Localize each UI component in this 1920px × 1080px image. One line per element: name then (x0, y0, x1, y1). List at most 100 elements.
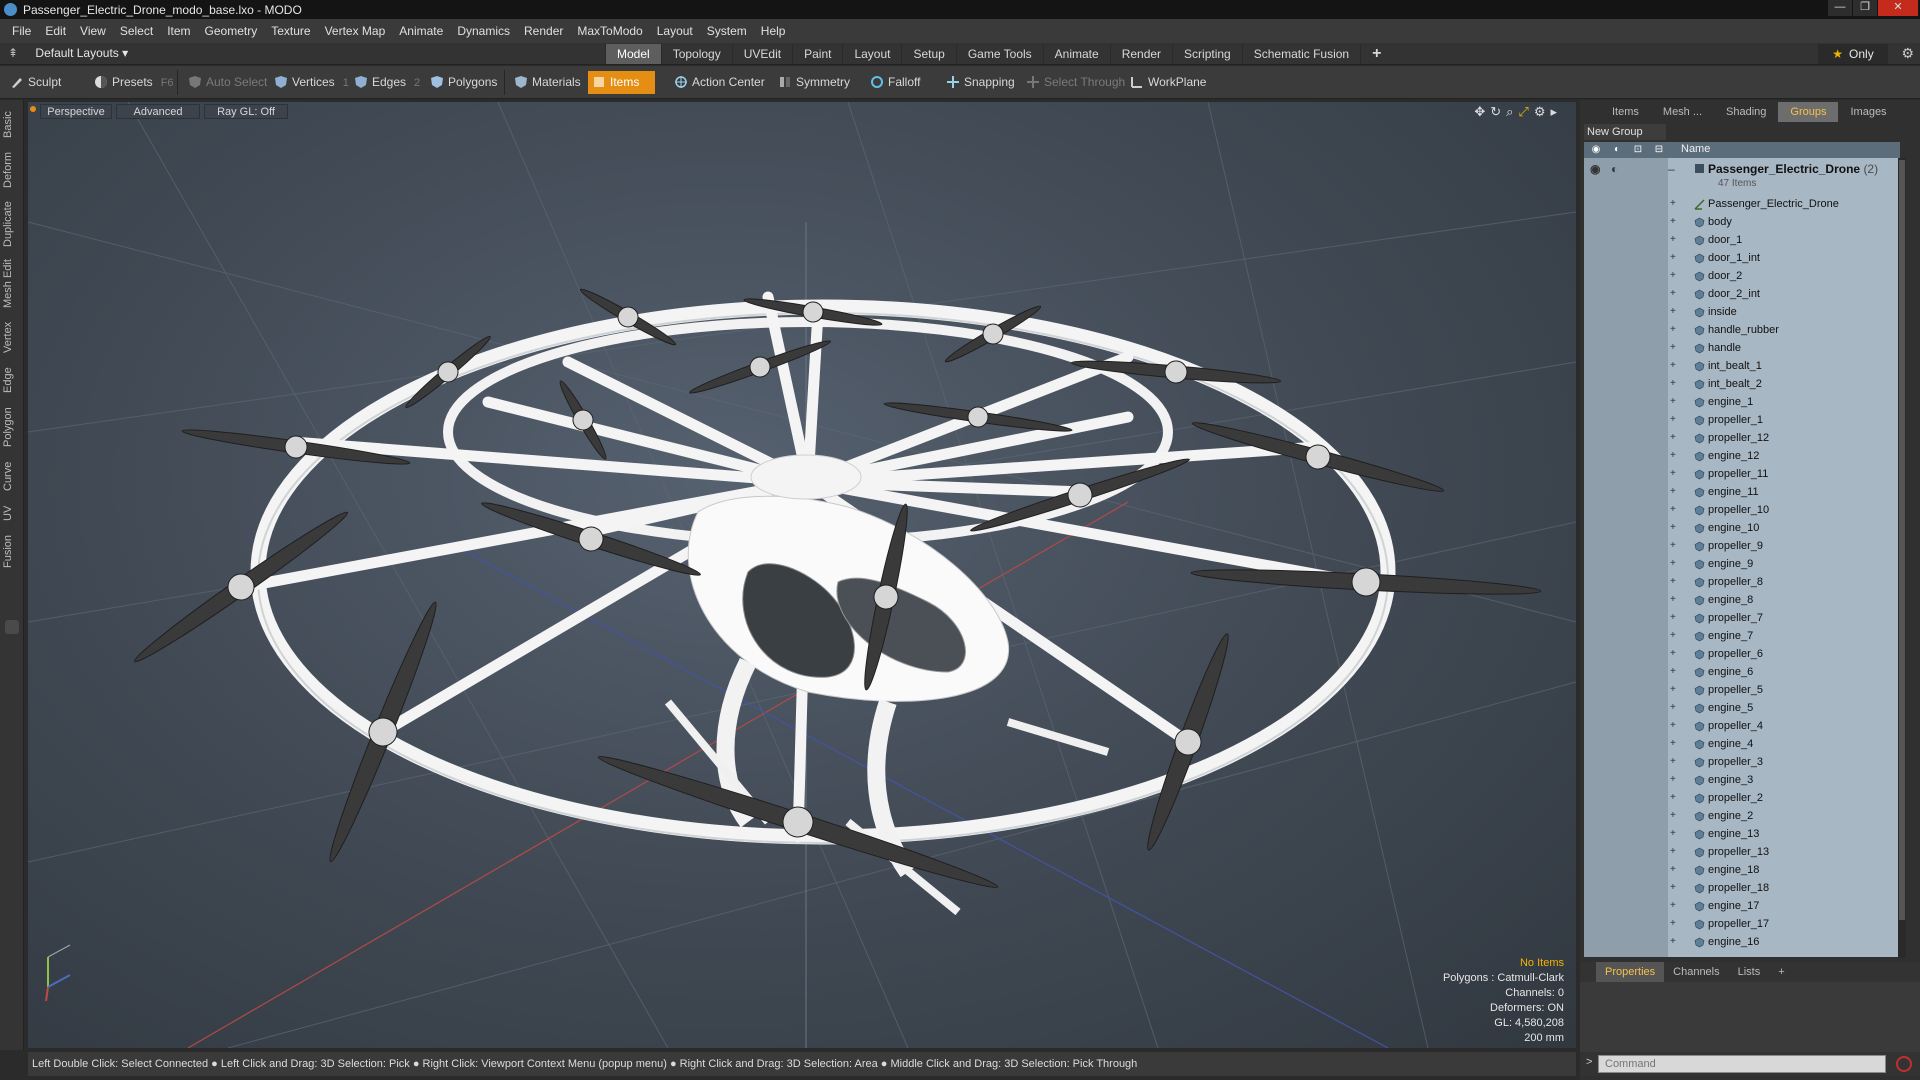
presets-button[interactable]: Presets F6 (90, 71, 174, 94)
tree-scrollbar[interactable] (1898, 158, 1906, 958)
expand-icon[interactable]: + (1670, 234, 1676, 245)
lock-header-icon[interactable]: ⊡ (1632, 144, 1644, 156)
expand-icon[interactable]: + (1670, 198, 1676, 209)
tree-item[interactable]: + inside (1584, 304, 1900, 322)
tree-item[interactable]: + engine_8 (1584, 592, 1900, 610)
tab-model[interactable]: Model (605, 44, 661, 64)
expand-icon[interactable]: + (1670, 540, 1676, 551)
menu-animate[interactable]: Animate (399, 24, 443, 38)
expand-icon[interactable]: + (1670, 756, 1676, 767)
tree-item[interactable]: + propeller_13 (1584, 844, 1900, 862)
expand-icon[interactable]: + (1670, 396, 1676, 407)
expand-icon[interactable]: + (1670, 558, 1676, 569)
tree-item[interactable]: + propeller_12 (1584, 430, 1900, 448)
expand-icon[interactable]: + (1670, 774, 1676, 785)
expand-icon[interactable]: + (1670, 468, 1676, 479)
menu-layout[interactable]: Layout (657, 24, 693, 38)
gear-icon[interactable]: ⚙ (1901, 45, 1914, 62)
expand-icon[interactable]: + (1670, 360, 1676, 371)
tab-shading[interactable]: Shading (1714, 102, 1778, 122)
tree-item[interactable]: + propeller_5 (1584, 682, 1900, 700)
tree-item[interactable]: + engine_6 (1584, 664, 1900, 682)
tab-schematic-fusion[interactable]: Schematic Fusion (1241, 44, 1360, 64)
expand-icon[interactable]: + (1670, 288, 1676, 299)
tree-item[interactable]: + int_bealt_2 (1584, 376, 1900, 394)
tab-polygon[interactable]: Polygon (2, 402, 22, 452)
menu-edit[interactable]: Edit (45, 24, 66, 38)
tree-item[interactable]: + propeller_7 (1584, 610, 1900, 628)
expand-icon[interactable]: + (1670, 414, 1676, 425)
tab-setup[interactable]: Setup (901, 44, 955, 64)
render-toggle-icon[interactable]: ◐ (1611, 162, 1618, 176)
tree-item[interactable]: + propeller_11 (1584, 466, 1900, 484)
collapse-arrow-icon[interactable]: – (1668, 162, 1675, 176)
expand-icon[interactable]: + (1670, 576, 1676, 587)
tree-item[interactable]: + door_1 (1584, 232, 1900, 250)
tab-animate[interactable]: Animate (1042, 44, 1110, 64)
symmetry-button[interactable]: Symmetry (774, 71, 850, 94)
tree-item[interactable]: + engine_16 (1584, 934, 1900, 952)
expand-tabs-button[interactable] (5, 620, 19, 634)
tree-item[interactable]: + body (1584, 214, 1900, 232)
expand-icon[interactable]: + (1670, 432, 1676, 443)
tree-root-group[interactable]: ◉ ◐ – Passenger_Electric_Drone (2) (1584, 160, 1900, 178)
snapping-button[interactable]: Snapping (942, 71, 1015, 94)
tab-paint[interactable]: Paint (792, 44, 842, 64)
shading-mode-button[interactable]: Advanced (116, 104, 200, 119)
expand-icon[interactable]: + (1670, 828, 1676, 839)
tree-item[interactable]: + engine_18 (1584, 862, 1900, 880)
tab-fusion[interactable]: Fusion (2, 530, 22, 572)
tab-layout[interactable]: Layout (842, 44, 901, 64)
items-button[interactable]: Items (588, 71, 656, 94)
tab-channels[interactable]: Channels (1664, 962, 1728, 982)
tree-item[interactable]: + door_1_int (1584, 250, 1900, 268)
expand-icon[interactable]: + (1670, 864, 1676, 875)
expand-icon[interactable]: + (1670, 306, 1676, 317)
render-header-icon[interactable]: ◐ (1611, 144, 1623, 156)
expand-icon[interactable]: + (1670, 918, 1676, 929)
tab-mesh[interactable]: Mesh ... (1651, 102, 1714, 122)
tree-item[interactable]: + propeller_9 (1584, 538, 1900, 556)
tab-render[interactable]: Render (1109, 44, 1172, 64)
tab-uv[interactable]: UV (2, 500, 22, 526)
expand-icon[interactable]: + (1670, 846, 1676, 857)
tree-item[interactable]: + engine_9 (1584, 556, 1900, 574)
expand-icon[interactable]: + (1670, 630, 1676, 641)
expand-icon[interactable]: + (1670, 216, 1676, 227)
layout-selector[interactable]: ⇞ Default Layouts ▾ (8, 46, 128, 60)
only-button[interactable]: ★ Only (1818, 44, 1888, 64)
expand-icon[interactable]: + (1670, 594, 1676, 605)
menu-system[interactable]: System (707, 24, 747, 38)
tree-item[interactable]: + door_2_int (1584, 286, 1900, 304)
expand-icon[interactable]: + (1670, 486, 1676, 497)
tab-groups[interactable]: Groups (1778, 102, 1839, 122)
sculpt-button[interactable]: Sculpt (6, 71, 61, 94)
expand-icon[interactable]: + (1670, 936, 1676, 947)
falloff-button[interactable]: Falloff (866, 71, 920, 94)
expand-icon[interactable]: + (1670, 378, 1676, 389)
eye-icon[interactable]: ◉ (1590, 162, 1600, 176)
menu-maxtomodo[interactable]: MaxToModo (577, 24, 642, 38)
expand-icon[interactable]: + (1670, 504, 1676, 515)
tree-item[interactable]: + engine_4 (1584, 736, 1900, 754)
menu-vertex-map[interactable]: Vertex Map (325, 24, 386, 38)
stop-icon[interactable] (1896, 1056, 1912, 1072)
viewport-gear-icon[interactable]: ⚙ (1534, 104, 1551, 119)
maximize-button[interactable]: ❐ (1853, 0, 1877, 16)
expand-icon[interactable]: + (1670, 684, 1676, 695)
expand-icon[interactable]: + (1670, 738, 1676, 749)
tree-item[interactable]: + propeller_10 (1584, 502, 1900, 520)
expand-icon[interactable]: + (1670, 810, 1676, 821)
expand-icon[interactable]: + (1670, 792, 1676, 803)
tree-item[interactable]: + handle_rubber (1584, 322, 1900, 340)
view-type-button[interactable]: Perspective (40, 104, 112, 119)
tab-vertex[interactable]: Vertex (2, 316, 22, 358)
expand-icon[interactable]: + (1670, 612, 1676, 623)
tree-item[interactable]: + propeller_17 (1584, 916, 1900, 934)
minimize-button[interactable]: — (1828, 0, 1852, 16)
workplane-button[interactable]: WorkPlane (1126, 71, 1206, 94)
expand-icon[interactable]: + (1670, 900, 1676, 911)
tree-item[interactable]: + engine_12 (1584, 448, 1900, 466)
tab-topology[interactable]: Topology (660, 44, 732, 64)
select-header-icon[interactable]: ⊟ (1653, 144, 1665, 156)
